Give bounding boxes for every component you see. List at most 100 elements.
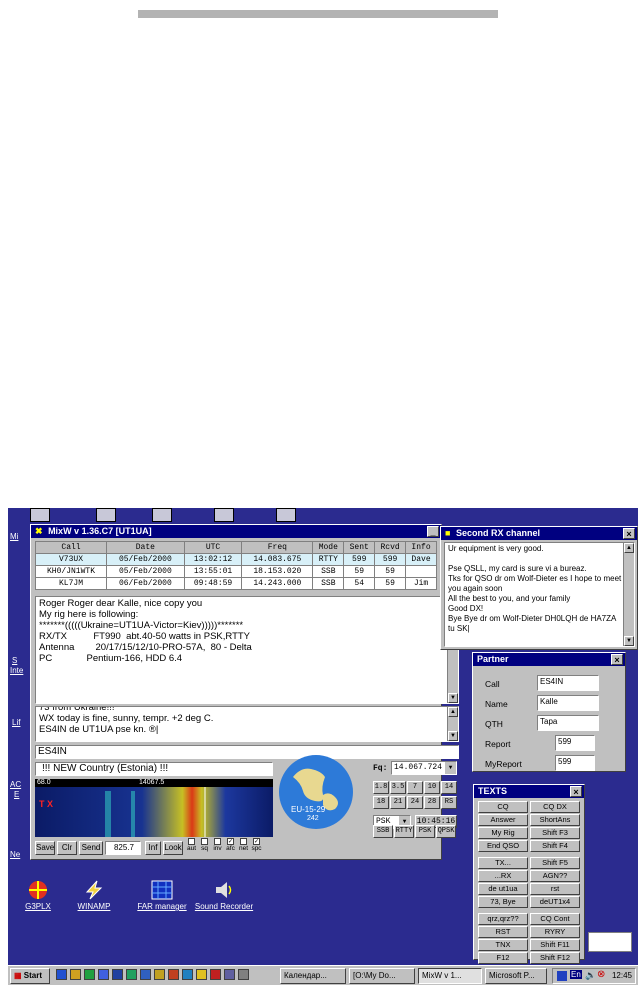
quick-launch-icon[interactable] [84, 969, 95, 980]
desktop-icon-winamp[interactable]: WINAMP [64, 880, 124, 911]
language-indicator[interactable]: En [570, 970, 582, 979]
log-header-cell[interactable]: Freq [241, 541, 314, 554]
checkbox[interactable]: ✓ [253, 838, 260, 845]
text-macro-button[interactable]: End QSO [478, 840, 528, 852]
partner-field-call[interactable]: ES4IN [537, 675, 599, 691]
second-rx-titlebar[interactable]: ■ Second RX channel × [441, 527, 637, 540]
text-macro-button[interactable]: qrz,qrz?? [478, 913, 528, 925]
task-calendar[interactable]: Календар... [280, 968, 346, 984]
tray-app-icon[interactable] [557, 971, 567, 981]
partner-field-report[interactable]: 599 [555, 735, 595, 751]
desktop-label[interactable]: Mi [10, 532, 18, 541]
text-macro-button[interactable]: Shift F4 [530, 840, 580, 852]
second-rx-scrollbar[interactable]: ▲ ▼ [623, 543, 634, 646]
offset-frequency[interactable]: 825.7 [105, 841, 141, 855]
band-button-1.8[interactable]: 1.8 [373, 781, 389, 794]
log-header-cell[interactable]: UTC [183, 541, 243, 554]
option-afc[interactable]: ✓ afc [224, 838, 237, 852]
desktop-icon-partial[interactable] [96, 508, 116, 522]
desktop-icon-partial[interactable] [152, 508, 172, 522]
desktop-label[interactable]: S [12, 656, 17, 665]
tx-scrollbar[interactable]: ▲ ▼ [447, 707, 458, 741]
desktop-icon-g3plx[interactable]: G3PLX [8, 880, 68, 911]
send-button[interactable]: Send [79, 841, 103, 855]
desktop-label[interactable]: Lif [12, 718, 20, 727]
mixw-titlebar[interactable]: ✖ MixW v 1.36.C7 [UT1UA] _ [31, 525, 441, 538]
clr-button[interactable]: Clr [57, 841, 77, 855]
log-header-cell[interactable]: Date [106, 541, 185, 554]
partner-field-myreport[interactable]: 599 [555, 755, 595, 771]
partner-field-qth[interactable]: Tapa [537, 715, 599, 731]
checkbox[interactable] [214, 838, 221, 845]
quick-launch-icon[interactable] [70, 969, 81, 980]
desktop-icon-partial[interactable] [214, 508, 234, 522]
desktop-icon-partial[interactable] [30, 508, 50, 522]
checkbox[interactable] [188, 838, 195, 845]
option-net[interactable]: net [237, 838, 250, 852]
minimize-button[interactable]: _ [427, 526, 439, 537]
log-header-cell[interactable]: Info [405, 541, 437, 554]
quick-launch-icon[interactable] [210, 969, 221, 980]
waterfall-display[interactable]: 68.0 14067.5 T X [35, 779, 273, 837]
option-aut[interactable]: aut [185, 838, 198, 852]
band-button-21[interactable]: 21 [390, 796, 406, 809]
text-macro-button[interactable]: TNX [478, 939, 528, 951]
partner-field-name[interactable]: Kalle [537, 695, 599, 711]
desktop-label[interactable]: Ne [10, 850, 20, 859]
quick-launch-icon[interactable] [182, 969, 193, 980]
text-macro-button[interactable]: TX... [478, 857, 528, 869]
text-macro-button[interactable]: CQ Cont [530, 913, 580, 925]
text-macro-button[interactable]: F12 [478, 952, 528, 964]
text-macro-button[interactable]: Shift F12 [530, 952, 580, 964]
text-macro-button[interactable]: RST [478, 926, 528, 938]
texts-titlebar[interactable]: TEXTS × [474, 785, 584, 798]
text-macro-button[interactable]: RYRY [530, 926, 580, 938]
tx-text-area[interactable]: 73 from Ukraine!!! WX today is fine, sunn… [35, 706, 459, 742]
band-button-7[interactable]: 7 [407, 781, 423, 794]
text-macro-button[interactable]: ShortAns [530, 814, 580, 826]
quick-launch-icon[interactable] [112, 969, 123, 980]
quick-launch-icon[interactable] [154, 969, 165, 980]
checkbox[interactable]: ✓ [227, 838, 234, 845]
quick-launch-icon[interactable] [196, 969, 207, 980]
text-macro-button[interactable]: 73, Bye [478, 896, 528, 908]
band-button-3.5[interactable]: 3.5 [390, 781, 406, 794]
quick-launch-icon[interactable] [56, 969, 67, 980]
quick-launch-icon[interactable] [224, 969, 235, 980]
band-button-18[interactable]: 18 [373, 796, 389, 809]
text-macro-button[interactable]: My Rig [478, 827, 528, 839]
look-button[interactable]: Look [163, 841, 183, 855]
checkbox[interactable] [240, 838, 247, 845]
stop-icon[interactable]: ⊗ [597, 969, 605, 980]
quick-launch-icon[interactable] [238, 969, 249, 980]
desktop-icon-far-manager[interactable]: FAR manager [132, 880, 192, 911]
desktop-label[interactable]: Inte [10, 666, 23, 675]
task-microsoft[interactable]: Microsoft P... [485, 968, 547, 984]
second-rx-text-area[interactable]: Ur equipment is very good. Pse QSLL, my c… [444, 542, 635, 647]
band-button-RS[interactable]: RS [441, 796, 457, 809]
partner-titlebar[interactable]: Partner × [473, 653, 625, 666]
log-header-cell[interactable]: Mode [312, 541, 345, 554]
inf-button[interactable]: Inf [145, 841, 161, 855]
log-row[interactable]: KH0/JN1WTK 05/Feb/2000 13:55:01 18.153.020 S… [34, 565, 437, 578]
text-macro-button[interactable]: CQ DX [530, 801, 580, 813]
text-macro-button[interactable]: deUT1x4 [530, 896, 580, 908]
desktop-icon-partial[interactable] [276, 508, 296, 522]
frequency-input[interactable]: 14.067.724 ▼ [391, 761, 457, 775]
desktop-icon-sound-recorder[interactable]: Sound Recorder [194, 880, 254, 911]
band-button-24[interactable]: 24 [407, 796, 423, 809]
call-input[interactable]: ES4IN [35, 745, 459, 759]
rx-text-area[interactable]: Roger Roger dear Kalle, nice copy you My … [35, 596, 459, 704]
texts-close-button[interactable]: × [570, 786, 582, 797]
mode-button-rtty[interactable]: RTTY [394, 825, 414, 838]
option-sq[interactable]: sq [198, 838, 211, 852]
log-header-cell[interactable]: Rcvd [374, 541, 407, 554]
log-row[interactable]: KL7JM 06/Feb/2000 09:48:59 14.243.000 SSB 54 5… [34, 577, 437, 590]
text-macro-button[interactable]: Answer [478, 814, 528, 826]
desktop-label[interactable]: E [14, 790, 19, 799]
text-macro-button[interactable]: AGN?? [530, 870, 580, 882]
task-explorer[interactable]: [O:\My Do... [349, 968, 415, 984]
mode-button-psk[interactable]: PSK [415, 825, 435, 838]
second-rx-close-button[interactable]: × [623, 528, 635, 539]
start-button[interactable]: ▦ Start [10, 968, 50, 984]
